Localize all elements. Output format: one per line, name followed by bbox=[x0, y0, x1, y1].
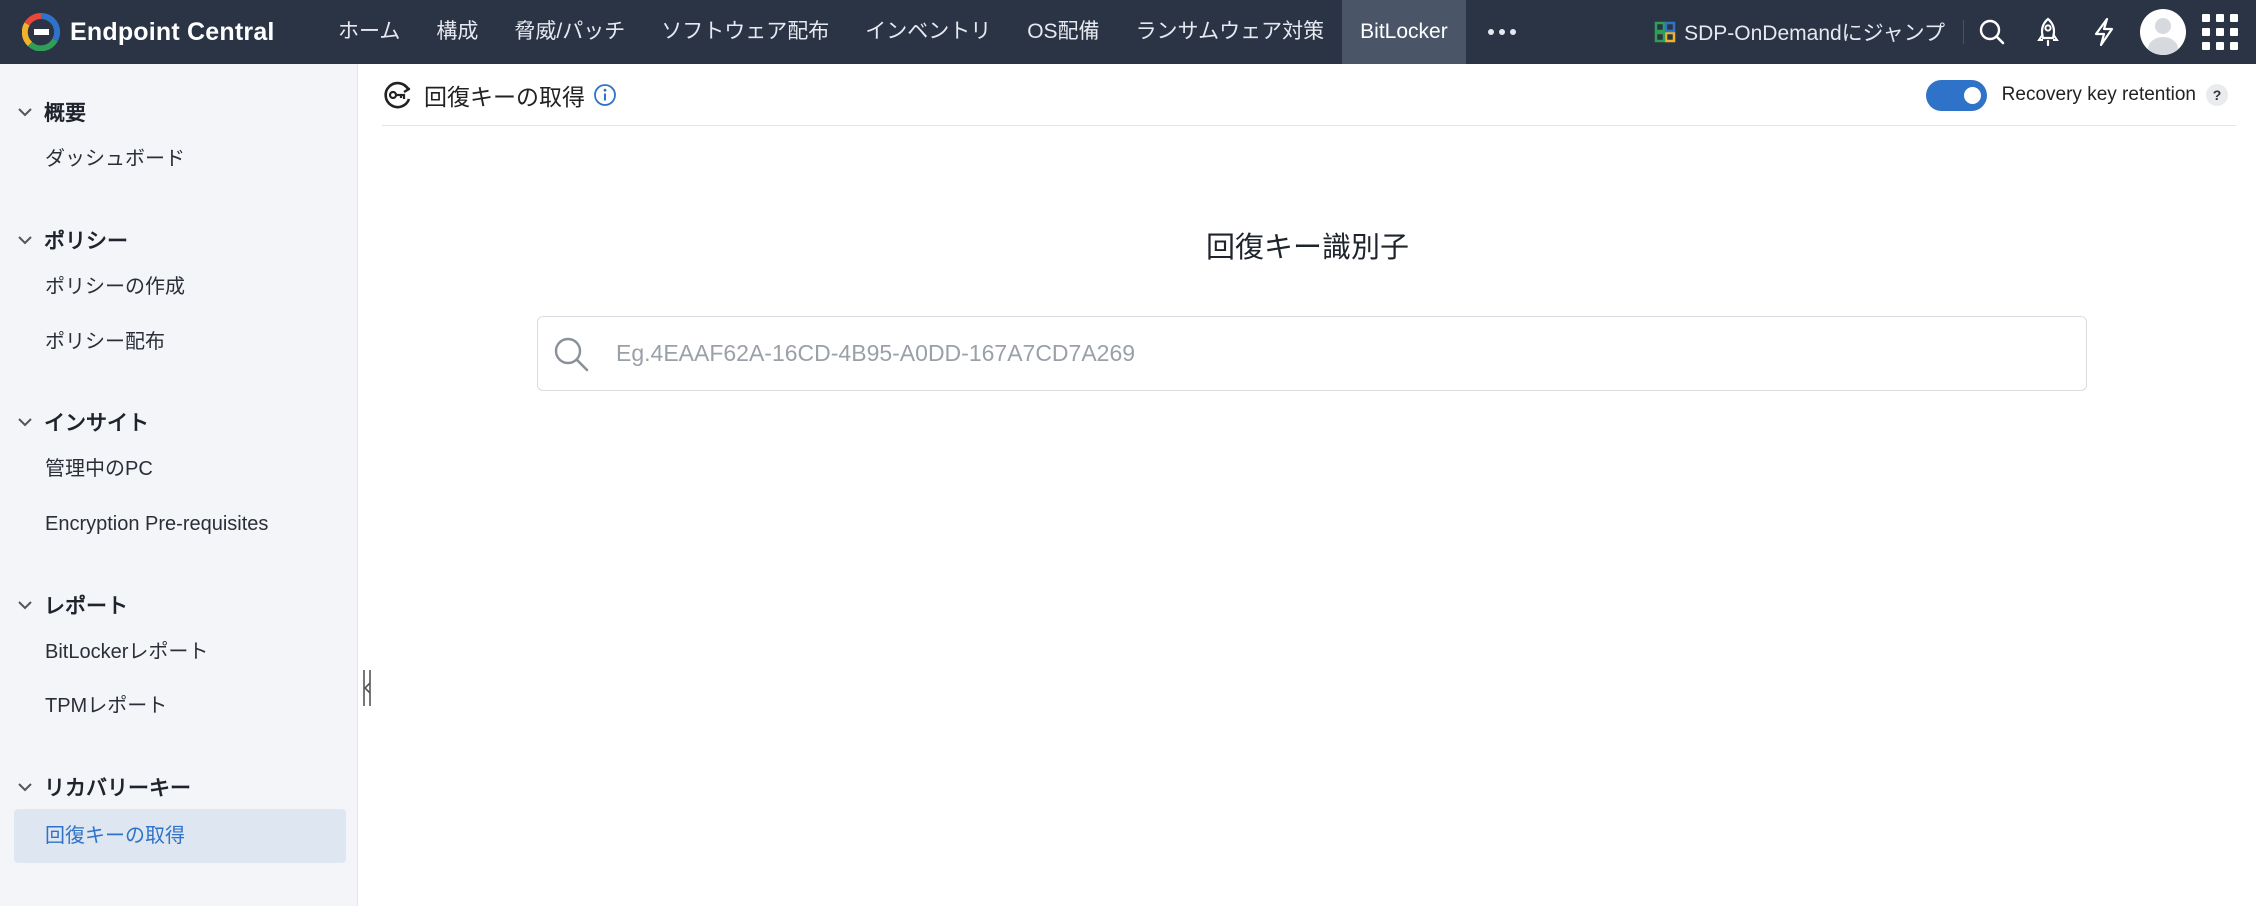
recovery-key-icon bbox=[384, 81, 411, 108]
chevron-down-icon bbox=[18, 236, 32, 245]
apps-grid-icon[interactable] bbox=[2202, 14, 2238, 50]
main-nav: ホーム 構成 脅威/パッチ ソフトウェア配布 インベントリ OS配備 ランサムウ… bbox=[320, 0, 1541, 64]
sidebar-item-encryption-prerequisites[interactable]: Encryption Pre-requisites bbox=[14, 497, 346, 551]
sidebar-section-title: リカバリーキー bbox=[44, 777, 191, 800]
help-icon[interactable]: ? bbox=[2206, 84, 2228, 106]
lightning-icon[interactable] bbox=[2076, 0, 2132, 64]
nav-software-deployment[interactable]: ソフトウェア配布 bbox=[643, 0, 847, 64]
sidebar-section-title: 概要 bbox=[44, 102, 86, 125]
sidebar-section-title: ポリシー bbox=[44, 230, 128, 253]
recovery-key-id-heading: 回復キー識別子 bbox=[1206, 232, 1410, 264]
chevron-down-icon bbox=[18, 108, 32, 117]
nav-threats-patches[interactable]: 脅威/パッチ bbox=[496, 0, 643, 64]
top-bar: Endpoint Central ホーム 構成 脅威/パッチ ソフトウェア配布 … bbox=[0, 0, 2256, 64]
recovery-key-retention-label: Recovery key retention bbox=[2001, 84, 2196, 105]
nav-ransomware-protection[interactable]: ランサムウェア対策 bbox=[1118, 0, 1343, 64]
sdp-jump-label: SDP-OnDemandにジャンプ bbox=[1684, 22, 1945, 45]
nav-configuration[interactable]: 構成 bbox=[418, 0, 496, 64]
nav-inventory[interactable]: インベントリ bbox=[847, 0, 1009, 64]
sidebar-item-tpm-report[interactable]: TPMレポート bbox=[14, 679, 346, 733]
more-horizontal-icon[interactable] bbox=[1466, 0, 1541, 64]
app-name: Endpoint Central bbox=[70, 17, 275, 46]
rocket-icon[interactable] bbox=[2020, 0, 2076, 64]
sidebar-section-policy[interactable]: ポリシー bbox=[16, 225, 128, 255]
sidebar-item-managed-pcs[interactable]: 管理中のPC bbox=[14, 442, 346, 496]
sidebar: 概要 ダッシュボード ポリシー ポリシーの作成 ポリシー配布 インサイト 管理中… bbox=[0, 64, 358, 906]
info-icon[interactable] bbox=[593, 83, 617, 107]
brand[interactable]: Endpoint Central bbox=[0, 0, 320, 64]
sidebar-collapse-handle-icon[interactable] bbox=[362, 669, 372, 707]
sidebar-section-title: インサイト bbox=[44, 412, 149, 435]
chevron-down-icon bbox=[18, 783, 32, 792]
sidebar-item-create-policy[interactable]: ポリシーの作成 bbox=[14, 260, 346, 314]
page-title: 回復キーの取得 bbox=[424, 83, 585, 110]
sdp-jump-link[interactable]: SDP-OnDemandにジャンプ bbox=[1654, 20, 1964, 45]
sidebar-section-recovery-key[interactable]: リカバリーキー bbox=[16, 772, 191, 802]
chevron-down-icon bbox=[18, 418, 32, 427]
recovery-key-id-input[interactable] bbox=[616, 318, 2086, 389]
recovery-key-search-box bbox=[537, 316, 2087, 391]
recovery-key-retention: Recovery key retention ? bbox=[1925, 77, 2228, 113]
sidebar-item-get-recovery-key[interactable]: 回復キーの取得 bbox=[14, 809, 346, 863]
sidebar-section-reports[interactable]: レポート bbox=[16, 590, 128, 620]
nav-home[interactable]: ホーム bbox=[320, 0, 418, 64]
top-right-tools: SDP-OnDemandにジャンプ bbox=[1654, 0, 2256, 64]
sidebar-item-dashboard[interactable]: ダッシュボード bbox=[14, 132, 346, 186]
endpoint-central-logo-icon bbox=[22, 13, 60, 51]
avatar[interactable] bbox=[2140, 9, 2186, 55]
sidebar-item-bitlocker-report[interactable]: BitLockerレポート bbox=[14, 625, 346, 679]
recovery-key-retention-toggle[interactable] bbox=[1925, 79, 1987, 111]
sidebar-section-overview[interactable]: 概要 bbox=[16, 97, 86, 127]
sdp-logo-icon bbox=[1654, 21, 1676, 43]
search-icon[interactable] bbox=[1964, 0, 2020, 64]
nav-os-deployment[interactable]: OS配備 bbox=[1009, 0, 1117, 64]
nav-bitlocker[interactable]: BitLocker bbox=[1342, 0, 1466, 64]
sidebar-item-deploy-policy[interactable]: ポリシー配布 bbox=[14, 315, 346, 369]
sidebar-section-insights[interactable]: インサイト bbox=[16, 407, 149, 437]
chevron-down-icon bbox=[18, 601, 32, 610]
sidebar-section-title: レポート bbox=[44, 595, 128, 618]
search-icon bbox=[554, 337, 589, 371]
